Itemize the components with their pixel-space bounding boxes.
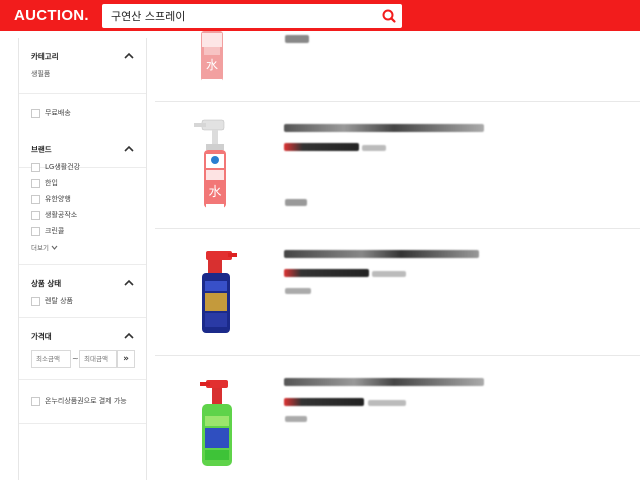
category-section: 카테고리 생필품 <box>19 38 146 94</box>
product-seller-blurred <box>285 199 307 206</box>
chevron-up-icon[interactable] <box>124 52 134 59</box>
brand-option[interactable]: 한입 <box>31 177 58 189</box>
checkbox-box[interactable] <box>31 396 40 406</box>
checkbox-box[interactable] <box>31 178 40 188</box>
brand-title: 브랜드 <box>31 145 52 154</box>
search-box <box>102 4 402 28</box>
checkbox-box[interactable] <box>31 194 40 204</box>
product-image[interactable]: 水 <box>192 118 238 218</box>
product-image[interactable]: 水 <box>192 31 232 91</box>
brand-label: 크린콜 <box>45 227 65 235</box>
chevron-up-icon[interactable] <box>124 145 134 152</box>
condition-section: 상품 상태 렌탈 상품 <box>19 265 146 318</box>
checkbox-box[interactable] <box>31 296 40 306</box>
condition-title: 상품 상태 <box>31 279 62 288</box>
product-price-blurred <box>284 143 359 151</box>
category-title: 카테고리 <box>31 52 59 61</box>
brand-option[interactable]: 생활공작소 <box>31 209 77 221</box>
more-label: 더보기 <box>31 244 49 252</box>
brand-label: 한입 <box>45 179 58 187</box>
svg-text:水: 水 <box>206 58 218 72</box>
svg-text:水: 水 <box>208 185 221 200</box>
product-title-blurred <box>284 378 484 386</box>
brand-section: 브랜드 LG생활건강 한입 유한양행 생활공작소 크린콜 더보기 <box>19 130 146 265</box>
product-meta-blurred <box>372 271 406 277</box>
brand-option[interactable]: LG생활건강 <box>31 161 80 173</box>
onnuri-label: 온누리상품권으로 결제 가능 <box>45 397 127 405</box>
chevron-down-icon <box>51 245 58 250</box>
price-section: 가격대 ~ » <box>19 318 146 380</box>
filter-sidebar: 카테고리 생필품 무료배송 브랜드 LG생활건강 한입 유한양행 생활공작소 크… <box>18 38 147 480</box>
category-value[interactable]: 생필품 <box>31 69 50 79</box>
result-divider <box>155 228 640 229</box>
checkbox-box[interactable] <box>31 108 40 118</box>
checkbox-box[interactable] <box>31 162 40 172</box>
brand-option[interactable]: 유한양행 <box>31 193 71 205</box>
free-shipping-checkbox[interactable]: 무료배송 <box>31 107 71 119</box>
checkbox-box[interactable] <box>31 226 40 236</box>
product-price-blurred <box>284 269 369 277</box>
auction-logo[interactable]: AUCTION. <box>14 7 89 24</box>
onnuri-section: 온누리상품권으로 결제 가능 <box>19 380 146 424</box>
product-seller-blurred <box>285 416 307 422</box>
brand-label: 생활공작소 <box>45 211 78 219</box>
product-meta-blurred <box>368 400 406 406</box>
chevron-up-icon[interactable] <box>124 332 134 339</box>
product-price-blurred <box>284 398 364 406</box>
result-divider <box>155 101 640 102</box>
brand-label: LG생활건강 <box>45 163 81 171</box>
min-price-input[interactable] <box>31 350 71 368</box>
product-title-blurred <box>284 250 479 258</box>
brand-more-link[interactable]: 더보기 <box>31 242 58 252</box>
chevron-up-icon[interactable] <box>124 279 134 286</box>
product-title-blurred <box>284 124 484 132</box>
product-image[interactable] <box>194 249 240 339</box>
price-apply-button[interactable]: » <box>117 350 135 368</box>
header-bar: AUCTION. <box>0 0 640 31</box>
rental-checkbox[interactable]: 렌탈 상품 <box>31 295 73 307</box>
checkbox-box[interactable] <box>31 210 40 220</box>
product-title-blurred <box>285 35 309 43</box>
brand-label: 유한양행 <box>45 195 71 203</box>
price-separator: ~ <box>72 354 79 363</box>
result-divider <box>155 355 640 356</box>
product-meta-blurred <box>362 145 386 151</box>
onnuri-checkbox[interactable]: 온누리상품권으로 결제 가능 <box>31 395 127 407</box>
search-input[interactable] <box>102 4 374 28</box>
product-seller-blurred <box>285 288 311 294</box>
rental-label: 렌탈 상품 <box>45 297 73 305</box>
max-price-input[interactable] <box>79 350 117 368</box>
search-icon[interactable] <box>380 7 398 25</box>
price-title: 가격대 <box>31 332 52 341</box>
brand-option[interactable]: 크린콜 <box>31 225 64 237</box>
free-shipping-label: 무료배송 <box>45 109 71 117</box>
page: AUCTION. 카테고리 생필품 무료배송 <box>0 0 640 480</box>
product-image[interactable] <box>194 378 240 472</box>
